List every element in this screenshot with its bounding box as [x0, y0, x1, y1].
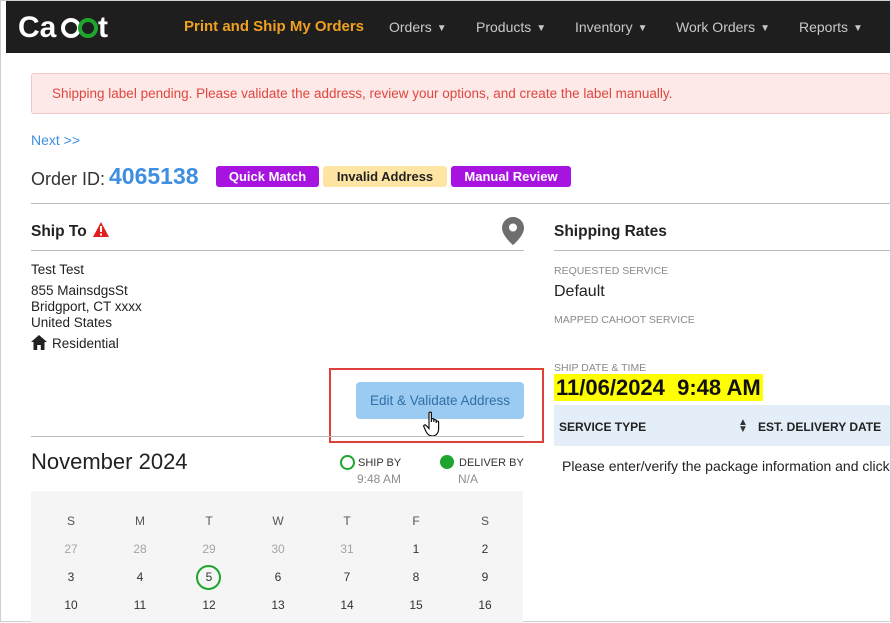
calendar-day[interactable]: 28 — [120, 542, 160, 556]
ship-by-legend-icon — [340, 455, 355, 470]
calendar-day[interactable]: 31 — [327, 542, 367, 556]
recipient-name: Test Test — [31, 262, 85, 277]
next-link[interactable]: Next >> — [31, 132, 80, 148]
ship-to-divider — [31, 250, 524, 251]
address-city: Bridgport, CT xxxx — [31, 299, 142, 314]
deliver-by-legend-icon — [440, 455, 454, 469]
address-type: Residential — [52, 336, 119, 351]
calendar-day[interactable]: 12 — [189, 598, 229, 612]
svg-text:t: t — [98, 11, 108, 44]
caret-down-icon: ▼ — [760, 23, 770, 34]
rates-divider — [554, 250, 890, 251]
nav-orders-label: Orders — [389, 19, 432, 35]
calendar-day[interactable]: 9 — [465, 570, 505, 584]
calendar-day[interactable]: 3 — [51, 570, 91, 584]
calendar-day[interactable]: 16 — [465, 598, 505, 612]
calendar-day[interactable]: 29 — [189, 542, 229, 556]
svg-text:Ca: Ca — [18, 11, 57, 44]
col-service-type[interactable]: SERVICE TYPE — [559, 420, 646, 434]
calendar-weekday: M — [135, 514, 145, 528]
warning-icon — [93, 222, 109, 237]
calendar-day[interactable]: 2 — [465, 542, 505, 556]
calendar-weekday: F — [412, 514, 420, 528]
divider — [31, 203, 890, 204]
cahoot-logo[interactable]: Ca t — [16, 9, 136, 45]
ship-to-title: Ship To — [31, 223, 87, 240]
order-id-label: Order ID: — [31, 169, 106, 189]
mapped-service-label: MAPPED CAHOOT SERVICE — [554, 314, 695, 326]
requested-service-label: REQUESTED SERVICE — [554, 265, 669, 277]
ship-date-label: SHIP DATE & TIME — [554, 362, 647, 374]
ship-by-value: 9:48 AM — [357, 472, 402, 486]
address-street: 855 MainsdgsSt — [31, 283, 128, 298]
badge-manual-review: Manual Review — [451, 166, 571, 187]
nav-reports-label: Reports — [799, 19, 849, 35]
calendar-day[interactable]: 14 — [327, 598, 367, 612]
nav-products[interactable]: Products ▼ — [476, 19, 546, 35]
caret-down-icon: ▼ — [637, 23, 648, 34]
calendar-weekday: S — [66, 514, 75, 528]
top-navbar: Ca t Print and Ship My Orders Orders ▼ Pr… — [6, 1, 890, 53]
nav-inventory[interactable]: Inventory ▼ — [575, 19, 648, 35]
calendar-weekday: T — [343, 514, 351, 528]
calendar-weekday: S — [480, 514, 489, 528]
calendar-weekday: W — [272, 514, 284, 528]
shipping-rates-title: Shipping Rates — [554, 223, 667, 240]
calendar-day[interactable]: 10 — [51, 598, 91, 612]
col-est-delivery[interactable]: EST. DELIVERY DATE — [758, 420, 881, 434]
map-pin-icon[interactable] — [502, 217, 524, 245]
alert-banner: Shipping label pending. Please validate … — [31, 73, 891, 114]
nav-print-ship[interactable]: Print and Ship My Orders — [184, 18, 364, 35]
rates-table-header: SERVICE TYPE EST. DELIVERY DATE — [554, 405, 890, 446]
nav-inventory-label: Inventory — [575, 19, 633, 35]
caret-down-icon: ▼ — [436, 23, 447, 34]
calendar-month-title: November 2024 — [31, 449, 188, 474]
hand-cursor-icon — [423, 411, 440, 437]
calendar-day[interactable]: 30 — [258, 542, 298, 556]
deliver-by-value: N/A — [458, 472, 479, 486]
calendar-day[interactable]: 11 — [120, 598, 160, 612]
ship-date-value[interactable]: 11/06/2024 9:48 AM — [554, 374, 763, 401]
nav-work-orders[interactable]: Work Orders ▼ — [676, 19, 770, 35]
ship-by-label: SHIP BY — [358, 457, 402, 469]
home-icon — [31, 335, 47, 350]
address-country: United States — [31, 315, 113, 330]
caret-down-icon: ▼ — [536, 23, 547, 34]
sort-icon[interactable]: ▲ ▼ — [738, 418, 748, 435]
requested-service-value: Default — [554, 283, 605, 300]
calendar-day[interactable]: 13 — [258, 598, 298, 612]
calendar-weekday: T — [205, 514, 213, 528]
calendar-day[interactable]: 8 — [396, 570, 436, 584]
calendar-day[interactable]: 1 — [396, 542, 436, 556]
badge-quick-match: Quick Match — [216, 166, 319, 187]
calendar-day[interactable]: 7 — [327, 570, 367, 584]
order-id-value[interactable]: 4065138 — [109, 163, 199, 190]
calendar-day[interactable]: 27 — [51, 542, 91, 556]
calendar-day[interactable]: 6 — [258, 570, 298, 584]
nav-orders[interactable]: Orders ▼ — [389, 19, 447, 35]
calendar-day[interactable]: 15 — [396, 598, 436, 612]
deliver-by-label: DELIVER BY — [459, 457, 524, 469]
nav-reports[interactable]: Reports ▼ — [799, 19, 863, 35]
calendar-day[interactable]: 4 — [120, 570, 160, 584]
nav-work-orders-label: Work Orders — [676, 19, 756, 35]
rates-message: Please enter/verify the package informat… — [562, 458, 890, 474]
nav-products-label: Products — [476, 19, 532, 35]
badge-invalid-address: Invalid Address — [323, 166, 447, 187]
today-marker-icon — [196, 565, 221, 590]
calendar-divider — [31, 436, 524, 437]
caret-down-icon: ▼ — [853, 23, 863, 34]
